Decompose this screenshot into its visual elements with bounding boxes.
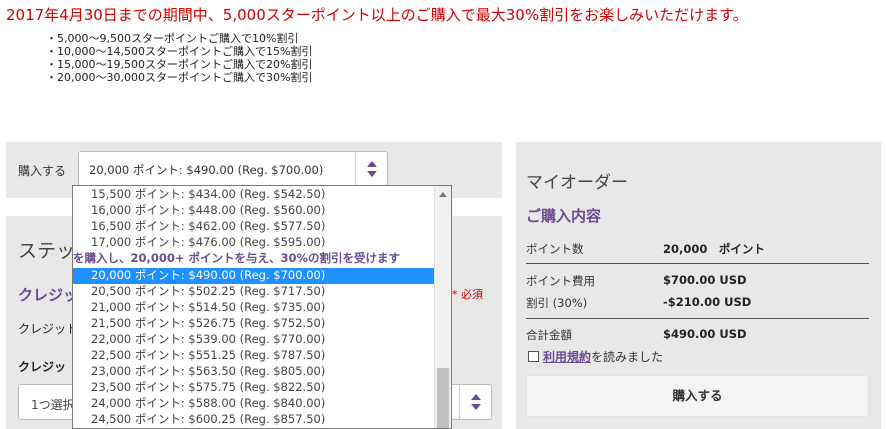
dropdown-option[interactable]: 21,000 ポイント: $514.50 (Reg. $735.00) (73, 300, 435, 316)
select-arrows-icon (355, 152, 387, 185)
points-package-dropdown[interactable]: 15,500 ポイント: $434.00 (Reg. $542.50) 16,0… (72, 185, 452, 429)
discount-value: -$210.00 USD (663, 295, 752, 309)
terms-link[interactable]: 利用規約 (543, 350, 591, 364)
dropdown-option[interactable]: 20,500 ポイント: $502.25 (Reg. $717.50) (73, 284, 435, 300)
discount-tier: ・5,000～9,500スターポイントご購入で10%割引 (46, 32, 299, 45)
discount-tier: ・15,000～19,500スターポイントご購入で20%割引 (46, 58, 313, 71)
dropdown-option[interactable]: 23,000 ポイント: $563.50 (Reg. $805.00) (73, 364, 435, 380)
dropdown-option[interactable]: 23,500 ポイント: $575.75 (Reg. $822.50) (73, 380, 435, 396)
divider (526, 318, 869, 319)
purchase-label: 購入する (18, 164, 67, 178)
cost-label: ポイント費用 (526, 274, 595, 288)
credit-card-type-label: クレジッ (18, 360, 67, 374)
discount-tier: ・10,000～14,500スターポイントご購入で15%割引 (46, 45, 313, 58)
credit-card-label: クレジット (18, 322, 79, 336)
dropdown-option[interactable]: 24,000 ポイント: $588.00 (Reg. $840.00) (73, 396, 435, 412)
points-label: ポイント数 (526, 242, 584, 256)
scrollbar-thumb[interactable] (437, 368, 449, 428)
dropdown-option-selected[interactable]: 20,000 ポイント: $490.00 (Reg. $700.00) (73, 268, 435, 284)
credit-card-select-value: 1つ選択 (31, 398, 75, 412)
terms-text: を読みました (591, 350, 664, 364)
discount-tier: ・20,000～30,000スターポイントご購入で30%割引 (46, 71, 313, 84)
promo-title: 2017年4月30日までの期間中、5,000スターポイント以上のご購入で最大30… (6, 6, 748, 24)
dropdown-option[interactable]: 15,500 ポイント: $434.00 (Reg. $542.50) (73, 187, 435, 203)
dropdown-option[interactable]: 16,000 ポイント: $448.00 (Reg. $560.00) (73, 203, 435, 219)
dropdown-option[interactable]: 17,000 ポイント: $476.00 (Reg. $595.00) (73, 235, 435, 251)
scroll-up-arrow-icon[interactable] (439, 192, 447, 197)
divider (526, 263, 869, 264)
required-note: * 必須 (452, 288, 483, 301)
dropdown-option[interactable]: 21,500 ポイント: $526.75 (Reg. $752.50) (73, 316, 435, 332)
dropdown-option[interactable]: 22,500 ポイント: $551.25 (Reg. $787.50) (73, 348, 435, 364)
points-package-select[interactable]: 20,000 ポイント: $490.00 (Reg. $700.00) (78, 151, 388, 186)
order-title: マイオーダー (526, 173, 628, 193)
purchase-button[interactable]: 購入する (526, 375, 869, 417)
select-arrows-icon (459, 385, 491, 419)
discount-label: 割引 (30%) (526, 296, 588, 310)
total-label: 合計金額 (526, 328, 572, 342)
step-title: ステッ (18, 240, 76, 262)
terms-agreement: 利用規約を読みました (528, 348, 663, 365)
total-value: $490.00 USD (663, 327, 747, 341)
cost-value: $700.00 USD (663, 273, 747, 287)
dropdown-option[interactable]: 24,500 ポイント: $600.25 (Reg. $857.50) (73, 412, 435, 428)
terms-checkbox[interactable] (528, 351, 539, 362)
order-contents-heading: ご購入内容 (526, 207, 602, 225)
credit-card-heading: クレジッ (18, 286, 79, 304)
dropdown-group-header: を購入し、20,000+ ポイントを与え、30%の割引を受けます (73, 251, 401, 265)
points-package-selected-value: 20,000 ポイント: $490.00 (Reg. $700.00) (89, 163, 324, 177)
dropdown-option[interactable]: 22,000 ポイント: $539.00 (Reg. $770.00) (73, 332, 435, 348)
dropdown-option[interactable]: 16,500 ポイント: $462.00 (Reg. $577.50) (73, 219, 435, 235)
my-order-panel: マイオーダー ご購入内容 ポイント数 20,000 ポイント ポイント費用 $7… (516, 142, 881, 429)
dropdown-scrollbar[interactable] (434, 186, 451, 428)
points-value: 20,000 ポイント (663, 242, 765, 256)
discount-tier-list: ・5,000～9,500スターポイントご購入で10%割引 ・10,000～14,… (46, 32, 312, 84)
